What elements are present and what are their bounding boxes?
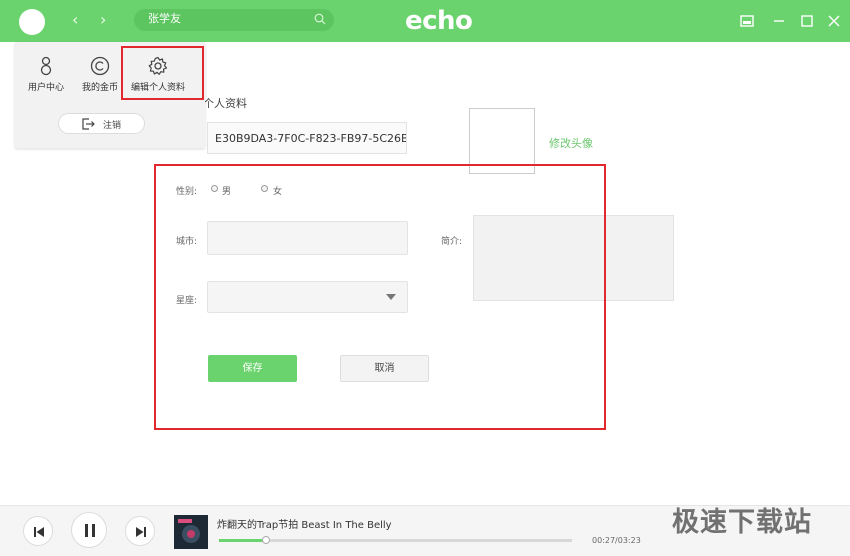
previous-button[interactable] — [23, 516, 53, 546]
search-icon[interactable] — [314, 13, 326, 25]
logout-button[interactable]: 注销 — [58, 113, 145, 134]
menu-item-label: 我的金币 — [81, 83, 118, 93]
song-title[interactable]: 炸翻天的Trap节拍 Beast In The Belly — [217, 516, 392, 531]
app-logo: echo — [405, 6, 473, 36]
user-id-field[interactable]: E30B9DA3-7F0C-F823-FB97-5C26BA — [207, 122, 407, 154]
search-input[interactable]: 张学友 — [148, 12, 181, 26]
next-icon — [136, 527, 146, 537]
avatar[interactable] — [19, 9, 45, 35]
maximize-icon[interactable] — [800, 14, 814, 28]
coin-icon — [90, 56, 110, 76]
chevron-left-icon[interactable]: ‹ — [72, 12, 78, 28]
change-avatar-link[interactable]: 修改头像 — [549, 135, 593, 151]
previous-icon — [34, 527, 44, 537]
pause-icon — [85, 524, 95, 537]
next-button[interactable] — [125, 516, 155, 546]
logout-icon — [82, 118, 95, 130]
form-highlight-box — [154, 164, 606, 430]
minimize-icon[interactable] — [772, 14, 786, 28]
menu-highlight-box — [121, 46, 204, 100]
logout-label: 注销 — [103, 121, 122, 131]
watermark-text: 极速下载站 — [672, 507, 812, 538]
playback-time: 00:27/03:23 — [592, 536, 641, 545]
page-title: 个人资料 — [203, 97, 247, 110]
close-icon[interactable] — [827, 14, 841, 28]
pause-button[interactable] — [71, 512, 107, 548]
chevron-right-icon[interactable]: › — [100, 12, 106, 28]
menu-item-user-center[interactable]: 用户中心 — [18, 56, 74, 93]
album-art-icon — [174, 515, 208, 549]
mini-mode-icon[interactable] — [740, 14, 754, 28]
user-center-icon — [40, 56, 52, 76]
menu-item-label: 用户中心 — [27, 83, 64, 93]
album-cover[interactable] — [174, 515, 208, 549]
progress-handle[interactable] — [262, 536, 270, 544]
menu-item-my-coins[interactable]: 我的金币 — [72, 56, 128, 93]
progress-track[interactable] — [219, 539, 572, 542]
progress-fill — [219, 539, 266, 542]
